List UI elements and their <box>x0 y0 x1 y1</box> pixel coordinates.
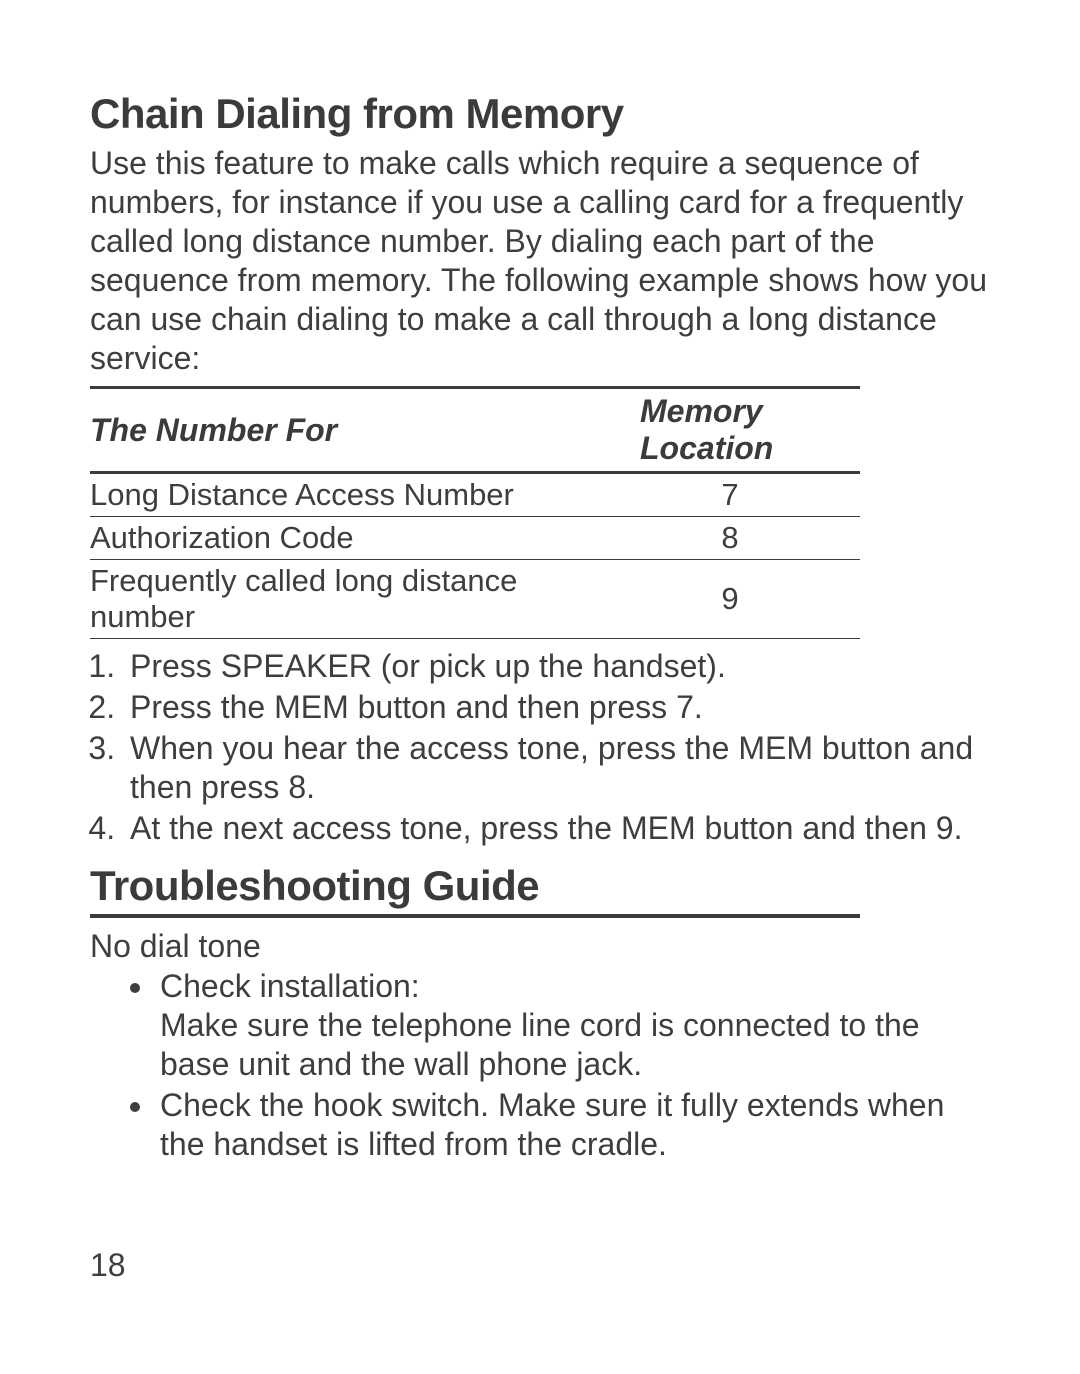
bullet-list: Check installation: Make sure the teleph… <box>90 967 990 1164</box>
bullet-lead: Check installation: <box>160 968 420 1004</box>
bullet-body: Make sure the telephone line cord is con… <box>160 1006 990 1084</box>
trouble-subhead: No dial tone <box>90 928 990 965</box>
page: Chain Dialing from Memory Use this featu… <box>0 0 1080 1374</box>
table-header-memory-location: Memory Location <box>600 388 860 473</box>
table-cell-location: 9 <box>600 560 860 639</box>
heading-troubleshooting: Troubleshooting Guide <box>90 862 860 918</box>
list-item: Press the MEM button and then press 7. <box>124 688 990 727</box>
intro-paragraph: Use this feature to make calls which req… <box>90 144 990 378</box>
table-cell-location: 8 <box>600 517 860 560</box>
memory-table: The Number For Memory Location Long Dist… <box>90 386 860 639</box>
list-item: Check the hook switch. Make sure it full… <box>156 1086 990 1164</box>
table-cell-label: Long Distance Access Number <box>90 473 600 517</box>
table-cell-location: 7 <box>600 473 860 517</box>
table-cell-label: Authorization Code <box>90 517 600 560</box>
table-row: Authorization Code 8 <box>90 517 860 560</box>
table-cell-label: Frequently called long distance number <box>90 560 600 639</box>
list-item: Press SPEAKER (or pick up the handset). <box>124 647 990 686</box>
page-number: 18 <box>90 1247 126 1284</box>
list-item: When you hear the access tone, press the… <box>124 729 990 807</box>
table-row: Long Distance Access Number 7 <box>90 473 860 517</box>
bullet-lead: Check the hook switch. Make sure it full… <box>160 1087 944 1162</box>
steps-list: Press SPEAKER (or pick up the handset). … <box>90 647 990 848</box>
list-item: At the next access tone, press the MEM b… <box>124 809 990 848</box>
table-header-number-for: The Number For <box>90 388 600 473</box>
table-row: Frequently called long distance number 9 <box>90 560 860 639</box>
list-item: Check installation: Make sure the teleph… <box>156 967 990 1084</box>
heading-chain-dialing: Chain Dialing from Memory <box>90 90 990 138</box>
